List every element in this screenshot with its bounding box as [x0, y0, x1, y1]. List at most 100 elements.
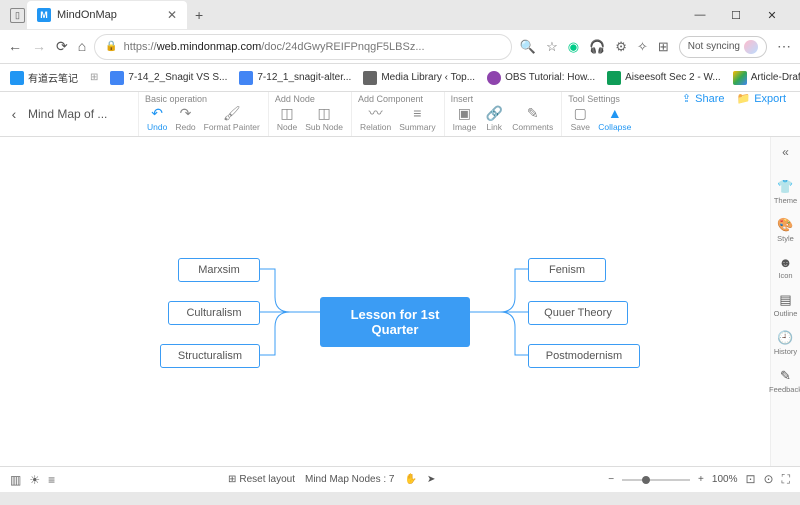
tab-overview-button[interactable]: ▯	[10, 8, 25, 23]
right-sidebar: « 👕Theme 🎨Style ☻Icon ▤Outline 🕘History ✎Feed…	[770, 137, 800, 492]
sub-node-icon: ◫	[317, 105, 330, 121]
toolbar-item-label: Sub Node	[305, 122, 343, 132]
outline-icon: ▤	[779, 292, 791, 308]
sidebar-theme-button[interactable]: 👕Theme	[774, 179, 797, 205]
toolbar-item-label: Image	[453, 122, 477, 132]
app-toolbar: ‹ Mind Map of ... Basic operation↶Undo↷R…	[0, 92, 800, 137]
close-window-button[interactable]: ✕	[760, 9, 784, 22]
sidebar-history-button[interactable]: 🕘History	[774, 330, 797, 356]
presentation-icon[interactable]: ▥	[10, 473, 21, 487]
zoom-slider[interactable]	[622, 479, 690, 481]
toolbar-relation-button[interactable]: 〰Relation	[358, 105, 393, 132]
toolbar-sub-node-button[interactable]: ◫Sub Node	[303, 105, 345, 132]
zoom-out-button[interactable]: −	[608, 474, 614, 485]
toolbar-redo-button[interactable]: ↷Redo	[173, 105, 197, 132]
settings-gear-icon[interactable]: ⚙	[615, 39, 627, 55]
export-icon: 📁	[737, 92, 751, 105]
bookmark-item[interactable]: OBS Tutorial: How...	[487, 71, 595, 85]
collapse-sidebar-icon[interactable]: «	[782, 145, 789, 159]
bookmark-item[interactable]: 7-12_1_snagit-alter...	[239, 71, 351, 85]
mindmap-node[interactable]: Postmodernism	[528, 344, 640, 368]
search-in-page-icon[interactable]: 🔍	[520, 39, 536, 55]
toolbar-collapse-button[interactable]: ▲Collapse	[596, 105, 633, 132]
mindmap-node[interactable]: Quuer Theory	[528, 301, 628, 325]
browser-tab[interactable]: M MindOnMap ✕	[27, 1, 187, 29]
sidebar-outline-button[interactable]: ▤Outline	[774, 292, 798, 318]
bookmark-item[interactable]: 7-14_2_Snagit VS S...	[110, 71, 227, 85]
home-icon[interactable]: ⌂	[78, 38, 86, 55]
zoom-in-button[interactable]: +	[698, 474, 704, 485]
new-tab-button[interactable]: +	[189, 7, 209, 23]
relation-icon: 〰	[369, 105, 383, 121]
toolbar-summary-button[interactable]: ≡Summary	[397, 105, 437, 132]
fullscreen-icon[interactable]: ⛶	[782, 472, 790, 487]
icon-icon: ☻	[779, 255, 793, 270]
toolbar-undo-button[interactable]: ↶Undo	[145, 105, 169, 132]
mindmap-node[interactable]: Fenism	[528, 258, 606, 282]
toolbar-group-label: Basic operation	[145, 94, 262, 104]
close-tab-icon[interactable]: ✕	[167, 8, 177, 22]
back-button[interactable]: ‹	[0, 92, 28, 136]
tab-title: MindOnMap	[57, 9, 117, 21]
center-icon[interactable]: ⊙	[764, 472, 774, 487]
wp-icon	[363, 71, 377, 85]
theme-icon: 👕	[777, 179, 793, 195]
bookmark-item[interactable]: Aiseesoft Sec 2 - W...	[607, 71, 721, 85]
nav-back-icon[interactable]: ←	[8, 38, 22, 55]
more-menu-icon[interactable]: ⋯	[777, 38, 792, 55]
fit-icon[interactable]: ⊡	[745, 472, 755, 487]
export-button[interactable]: 📁Export	[737, 92, 787, 105]
favorites-icon[interactable]: ☆	[546, 39, 558, 55]
minimize-button[interactable]: —	[688, 9, 712, 22]
share-button[interactable]: ⇪Share	[682, 92, 725, 105]
obs-icon	[487, 71, 501, 85]
mindmap-node[interactable]: Marxsim	[178, 258, 260, 282]
toolbar-node-button[interactable]: ◫Node	[275, 105, 299, 132]
cursor-icon[interactable]: ➤	[427, 474, 435, 485]
sun-icon[interactable]: ☀	[29, 473, 40, 487]
mindmap-node[interactable]: Culturalism	[168, 301, 260, 325]
puzzle-icon[interactable]: ✧	[637, 39, 648, 55]
url-field[interactable]: 🔒 https://web.mindonmap.com/doc/24dGwyRE…	[94, 34, 512, 60]
mindmap-node[interactable]: Structuralism	[160, 344, 260, 368]
bookmark-item[interactable]: Media Library ‹ Top...	[363, 71, 475, 85]
toolbar-save-button[interactable]: ▢Save	[568, 105, 592, 132]
collections-icon[interactable]: ⊞	[658, 39, 669, 55]
toolbar-item-label: Relation	[360, 122, 391, 132]
sidebar-style-button[interactable]: 🎨Style	[777, 217, 794, 243]
mindmap-canvas[interactable]: Lesson for 1st Quarter Marxsim Culturali…	[0, 137, 770, 492]
toolbar-comments-button[interactable]: ✎Comments	[510, 105, 555, 132]
lock-icon: 🔒	[105, 41, 117, 52]
redo-icon: ↷	[180, 105, 192, 121]
sidebar-item-label: Theme	[774, 196, 797, 205]
drive-icon	[733, 71, 747, 85]
sidebar-icon-button[interactable]: ☻Icon	[778, 255, 792, 280]
toolbar-link-button[interactable]: 🔗Link	[482, 105, 506, 132]
bookmark-sep-icon: ⊞	[90, 72, 98, 83]
center-node[interactable]: Lesson for 1st Quarter	[320, 297, 470, 347]
bookmark-item[interactable]: 有道云笔记	[10, 70, 78, 85]
sidebar-item-label: Outline	[774, 309, 798, 318]
toolbar-item-label: Save	[571, 122, 590, 132]
toolbar-group: Tool Settings▢Save▲Collapse	[561, 92, 639, 136]
toolbar-image-button[interactable]: ▣Image	[451, 105, 479, 132]
sidebar-feedback-button[interactable]: ✎Feedback	[769, 368, 800, 394]
toolbar-format-painter-button[interactable]: 🖌Format Painter	[202, 105, 262, 132]
hand-pan-icon[interactable]: ✋	[404, 474, 416, 485]
sync-button[interactable]: Not syncing	[679, 36, 767, 58]
reset-layout-button[interactable]: ⊞Reset layout	[228, 474, 295, 485]
summary-icon: ≡	[413, 105, 421, 121]
bookmark-item[interactable]: Article-Drafts - Goo...	[733, 71, 800, 85]
reload-icon[interactable]: ⟳	[56, 38, 68, 55]
toolbar-item-label: Redo	[175, 122, 195, 132]
maximize-button[interactable]: ☐	[724, 9, 748, 22]
sidebar-item-label: Style	[777, 234, 794, 243]
document-title[interactable]: Mind Map of ...	[28, 92, 138, 136]
headphones-icon[interactable]: 🎧	[589, 39, 605, 55]
bookmark-icon	[10, 71, 24, 85]
extension-c-icon[interactable]: ◉	[568, 39, 579, 55]
toolbar-group-label: Insert	[451, 94, 556, 104]
nav-forward-icon[interactable]: →	[32, 38, 46, 55]
toolbar-item-label: Comments	[512, 122, 553, 132]
grid-icon[interactable]: ≡	[48, 473, 55, 487]
